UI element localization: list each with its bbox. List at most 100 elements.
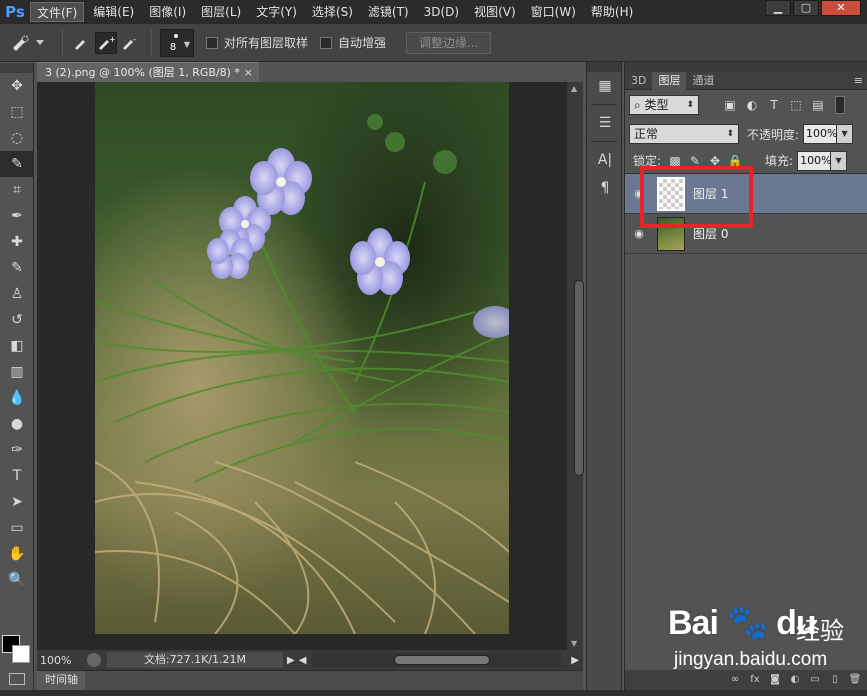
path-selection-tool-button[interactable]: ➤ [0,489,34,515]
quick-selection-tool-button[interactable]: ✎ [0,151,34,177]
shape-filter-icon[interactable]: ⬚ [785,97,807,113]
gradient-tool-button[interactable]: ▥ [0,359,34,385]
watermark-url: jingyan.baidu.com [674,649,828,670]
zoom-level[interactable]: 100% [37,654,87,667]
menu-type[interactable]: 文字(Y) [250,2,303,22]
sample-all-layers-checkbox[interactable]: 对所有图层取样 [206,34,308,51]
pen-tool-button[interactable]: ✑ [0,437,34,463]
scroll-up-icon[interactable]: ▲ [571,84,577,93]
hand-tool-icon: ✋ [8,546,26,562]
type-filter-icon[interactable]: T [763,97,785,113]
shape-tool-button[interactable]: ▭ [0,515,34,541]
opacity-input[interactable]: 100% [803,124,838,144]
minimize-button[interactable]: ▁ [765,0,791,16]
tool-preset-picker[interactable] [10,30,54,56]
menu-edit[interactable]: 编辑(E) [87,2,140,22]
type-tool-button[interactable]: T [0,463,34,489]
chevron-down-icon[interactable]: ▼ [837,124,854,144]
tab-3d[interactable]: 3D [625,72,652,90]
canvas-area[interactable] [37,82,567,650]
maximize-button[interactable]: ▢ [793,0,819,16]
sample-all-layers-label: 对所有图层取样 [224,36,309,50]
tab-layers[interactable]: 图层 [652,72,687,90]
eraser-tool-button[interactable]: ◧ [0,333,34,359]
refine-edge-button[interactable]: 调整边缘... [406,31,492,54]
close-tab-icon[interactable]: × [244,63,253,82]
scroll-left-icon[interactable]: ◀ [299,655,307,666]
close-button[interactable]: ✕ [821,0,861,16]
scroll-right-icon[interactable]: ▶ [571,655,579,666]
add-to-selection-brush-icon[interactable]: + [95,31,117,54]
clone-stamp-tool-button[interactable]: ♙ [0,281,34,307]
menu-file[interactable]: 文件(F) [30,2,85,22]
smart-object-filter-icon[interactable]: ▤ [807,97,829,113]
quick-mask-icon[interactable] [9,673,25,685]
subtract-from-selection-brush-icon[interactable]: - [119,32,141,54]
window-controls: ▁ ▢ ✕ [763,0,861,16]
dodge-tool-button[interactable]: ● [0,411,34,437]
eye-icon[interactable]: ◉ [625,227,653,240]
timeline-tab[interactable]: 时间轴 [37,671,85,690]
vertical-scrollbar[interactable]: ▲ ▼ [567,82,584,650]
horizontal-scrollbar[interactable] [312,653,562,667]
scroll-thumb[interactable] [394,655,491,665]
menu-window[interactable]: 窗口(W) [525,2,582,22]
adjustment-filter-icon[interactable]: ◐ [741,97,763,113]
history-panel-icon[interactable]: ▦ [587,72,623,100]
healing-brush-tool-button[interactable]: ✚ [0,229,34,255]
menu-help[interactable]: 帮助(H) [585,2,639,22]
chevron-down-icon: ▼ [183,39,190,49]
auto-enhance-label: 自动增强 [338,36,387,50]
eyedropper-tool-button[interactable]: ✒ [0,203,34,229]
layer-filter-row: ⌕ 类型 ⬍ ▣ ◐ T ⬚ ▤ [625,90,867,120]
play-arrow-icon[interactable]: ▶ [287,655,295,666]
chevron-down-icon[interactable]: ▼ [831,150,848,171]
move-tool-button[interactable]: ✥ [0,73,34,99]
filter-toggle[interactable] [835,96,845,114]
menu-layer[interactable]: 图层(L) [195,2,247,22]
menu-select[interactable]: 选择(S) [306,2,359,22]
status-info-icon[interactable] [87,653,101,667]
chevron-down-icon: ⬍ [726,129,734,139]
blur-tool-button[interactable]: 💧 [0,385,34,411]
document-size[interactable]: 文档:727.1K/1.21M [107,652,283,668]
properties-panel-icon[interactable]: ☰ [587,109,623,137]
menu-3d[interactable]: 3D(D) [418,2,465,22]
menu-view[interactable]: 视图(V) [468,2,522,22]
zoom-tool-button[interactable]: 🔍 [0,567,34,593]
lasso-tool-button[interactable]: ◌ [0,125,34,151]
scroll-down-icon[interactable]: ▼ [571,639,577,648]
new-selection-brush-icon[interactable] [71,32,93,54]
menu-image[interactable]: 图像(I) [143,2,192,22]
menu-filter[interactable]: 滤镜(T) [362,2,415,22]
svg-text:-: - [133,35,136,44]
blend-mode-dropdown[interactable]: 正常 ⬍ [629,124,739,144]
character-panel-icon[interactable]: A| [587,146,623,174]
history-brush-tool-button[interactable]: ↺ [0,307,34,333]
panel-grip[interactable] [625,62,867,72]
document-tab[interactable]: 3 (2).png @ 100% (图层 1, RGB/8) * × [37,62,259,82]
brush-size-picker[interactable]: 8 ▼ [160,28,194,57]
crop-tool-button[interactable]: ⌗ [0,177,34,203]
background-color-swatch[interactable] [12,645,30,663]
paragraph-panel-icon[interactable]: ¶ [587,174,623,202]
auto-enhance-checkbox[interactable]: 自动增强 [320,34,386,51]
brush-tool-button[interactable]: ✎ [0,255,34,281]
scroll-thumb[interactable] [574,280,584,476]
tools-panel: ✥ ⬚ ◌ ✎ ⌗ ✒ ✚ ✎ ♙ ↺ ◧ ▥ 💧 ● ✑ T ➤ ▭ ✋ 🔍 [0,63,34,696]
options-bar: + - 8 ▼ 对所有图层取样 自动增强 调整边缘... [0,24,867,62]
flower-grass-photo [95,82,509,634]
checkbox-box[interactable] [320,36,333,49]
hand-tool-button[interactable]: ✋ [0,541,34,567]
filter-kind-dropdown[interactable]: ⌕ 类型 ⬍ [629,95,699,115]
checkbox-box[interactable] [206,36,218,49]
tab-channels[interactable]: 通道 [686,72,720,90]
document-image[interactable] [95,82,509,634]
fill-input[interactable]: 100% [797,150,832,171]
marquee-tool-button[interactable]: ⬚ [0,99,34,125]
panel-menu-icon[interactable]: ≡ [854,72,867,89]
panel-grip[interactable] [0,63,33,73]
panel-grip[interactable] [587,62,621,72]
pixel-filter-icon[interactable]: ▣ [719,97,741,113]
divider [151,29,152,56]
